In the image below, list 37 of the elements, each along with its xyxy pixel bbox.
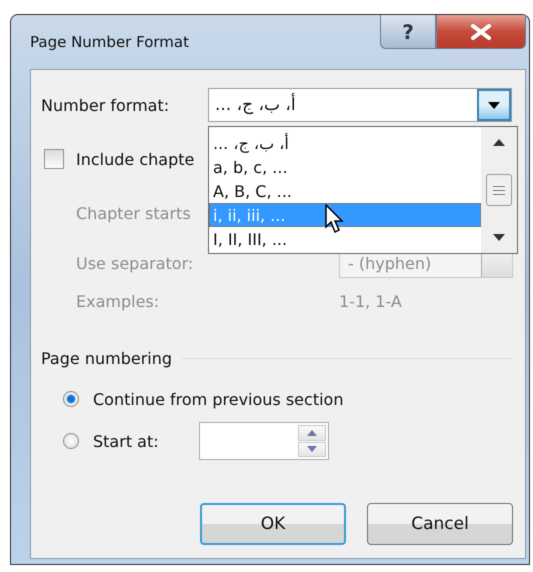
radio-button[interactable] <box>63 433 79 449</box>
list-item[interactable]: I, II, III, ... <box>209 227 481 251</box>
scroll-up-icon[interactable] <box>493 139 505 146</box>
list-item[interactable]: a, b, c, ... <box>209 155 481 179</box>
help-button[interactable]: ? <box>380 15 436 49</box>
dropdown-arrow-button[interactable] <box>477 89 511 121</box>
checkbox[interactable] <box>44 149 64 169</box>
dropdown-value: أ، ب، ج، ... <box>214 92 297 117</box>
cancel-button[interactable]: Cancel <box>367 503 513 545</box>
list-item[interactable]: A, B, C, ... <box>209 179 481 203</box>
spin-down-button[interactable] <box>298 442 326 457</box>
list-item[interactable]: أ، ب، ج، ... <box>209 131 481 155</box>
examples-value: 1-1, 1-A <box>339 292 402 310</box>
window-title: Page Number Format <box>30 33 189 51</box>
scroll-down-icon[interactable] <box>493 234 505 241</box>
radio-button[interactable] <box>63 391 79 407</box>
pointer-cursor-icon <box>325 204 345 234</box>
checkbox-label: Include chapte <box>76 150 194 168</box>
up-arrow-icon <box>307 430 317 436</box>
radio-label: Continue from previous section <box>93 390 344 408</box>
separator-label: Use separator: <box>76 254 194 272</box>
section-heading: Page numbering <box>41 348 172 368</box>
down-arrow-icon <box>307 446 317 452</box>
spin-up-button[interactable] <box>298 425 326 440</box>
number-format-label: Number format: <box>41 96 170 114</box>
examples-label: Examples: <box>76 292 160 310</box>
caret-icon <box>488 102 500 108</box>
dropdown-value: - (hyphen) <box>347 252 432 274</box>
close-button[interactable] <box>436 15 526 49</box>
chapter-starts-label: Chapter starts <box>76 204 191 222</box>
ok-button[interactable]: OK <box>200 503 346 545</box>
radio-label: Start at: <box>93 432 160 450</box>
scroll-thumb[interactable] <box>486 174 512 206</box>
close-icon <box>470 24 492 40</box>
start-at-field[interactable] <box>199 422 329 460</box>
scrollbar[interactable] <box>481 127 517 253</box>
number-format-dropdown[interactable]: أ، ب، ج، ... <box>208 88 512 122</box>
